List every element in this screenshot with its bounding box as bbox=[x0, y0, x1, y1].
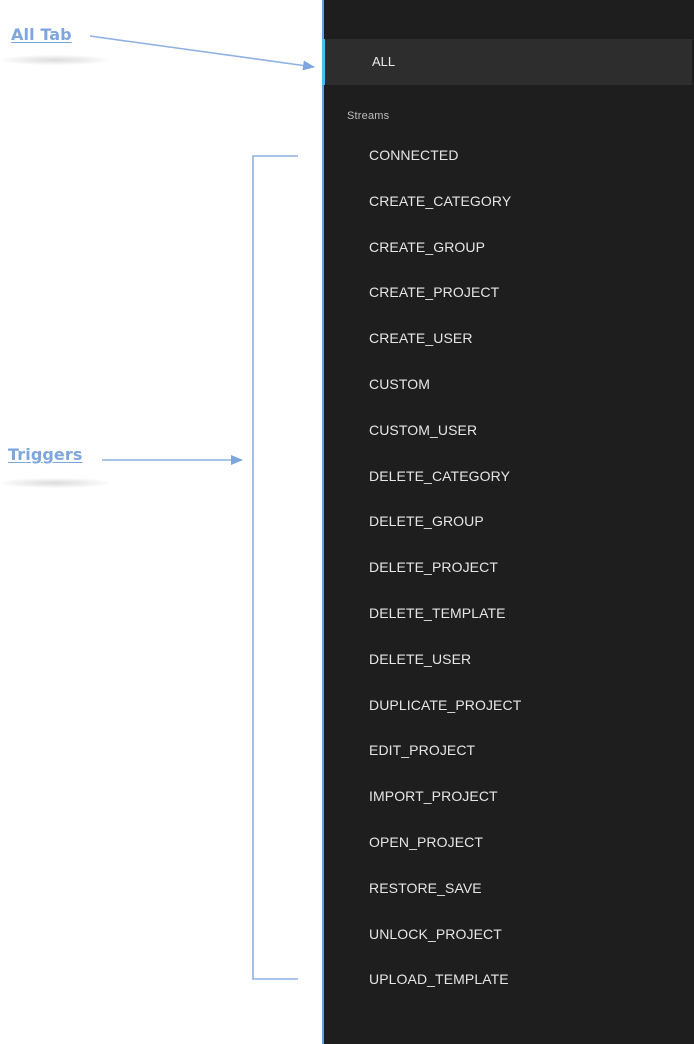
stream-item-label: RESTORE_SAVE bbox=[369, 879, 482, 896]
stream-item[interactable]: CREATE_CATEGORY bbox=[324, 178, 694, 224]
all-tab-arrow bbox=[89, 35, 315, 71]
stream-item-label: EDIT_PROJECT bbox=[369, 742, 476, 759]
stream-item-label: CONNECTED bbox=[369, 147, 459, 163]
stream-item-label: CREATE_PROJECT bbox=[369, 284, 500, 301]
stream-item-label: IMPORT_PROJECT bbox=[369, 788, 498, 805]
stream-item[interactable]: DELETE_CATEGORY bbox=[324, 453, 694, 499]
stream-item[interactable]: OPEN_PROJECT bbox=[324, 819, 694, 865]
stream-item[interactable]: EDIT_PROJECT bbox=[324, 727, 694, 773]
stream-item-label: DELETE_TEMPLATE bbox=[369, 604, 506, 621]
tab-all-label: ALL bbox=[372, 54, 396, 69]
stream-item[interactable]: RESTORE_SAVE bbox=[324, 865, 694, 911]
stream-item[interactable]: CUSTOM_USER bbox=[324, 407, 694, 453]
stream-item-label: OPEN_PROJECT bbox=[369, 833, 483, 850]
stream-item[interactable]: CREATE_USER bbox=[324, 315, 694, 361]
stream-item[interactable]: DELETE_PROJECT bbox=[324, 544, 694, 590]
stream-item-label: CUSTOM bbox=[369, 375, 431, 392]
tab-all[interactable]: ALL bbox=[322, 39, 692, 85]
all-tab-callout-label: All Tab bbox=[11, 25, 72, 44]
triggers-bracket bbox=[252, 155, 298, 980]
stream-item[interactable]: UPLOAD_TEMPLATE bbox=[324, 956, 694, 1002]
streams-section-label: Streams bbox=[347, 110, 390, 122]
stream-item[interactable]: DELETE_TEMPLATE bbox=[324, 590, 694, 636]
stream-item-label: DELETE_GROUP bbox=[369, 513, 484, 530]
triggers-callout-label: Triggers bbox=[8, 445, 83, 464]
stream-item[interactable]: IMPORT_PROJECT bbox=[324, 773, 694, 819]
stream-item[interactable]: CREATE_PROJECT bbox=[324, 269, 694, 315]
stream-item[interactable]: DELETE_GROUP bbox=[324, 498, 694, 544]
stream-item-label: CREATE_CATEGORY bbox=[369, 192, 512, 209]
stream-item-label: CREATE_USER bbox=[369, 330, 473, 347]
stream-item-label: DUPLICATE_PROJECT bbox=[369, 696, 522, 713]
stream-list: CONNECTED CREATE_CATEGORY CREATE_GROUP CREA… bbox=[324, 132, 694, 1002]
stream-item[interactable]: UNLOCK_PROJECT bbox=[324, 911, 694, 957]
triggers-callout-shadow bbox=[0, 478, 110, 488]
all-tab-callout-shadow bbox=[0, 55, 110, 65]
stream-item-label: DELETE_CATEGORY bbox=[369, 467, 511, 484]
stream-item-label: DELETE_PROJECT bbox=[369, 559, 498, 576]
stream-item-label: UPLOAD_TEMPLATE bbox=[369, 971, 509, 988]
stream-item-label: CUSTOM_USER bbox=[369, 421, 478, 438]
stream-item-label: CREATE_GROUP bbox=[369, 238, 486, 255]
stream-item[interactable]: CONNECTED bbox=[324, 132, 694, 178]
stream-item-label: DELETE_USER bbox=[369, 650, 472, 667]
stream-item[interactable]: DELETE_USER bbox=[324, 636, 694, 682]
stream-item[interactable]: DUPLICATE_PROJECT bbox=[324, 682, 694, 728]
stream-item[interactable]: CUSTOM bbox=[324, 361, 694, 407]
stream-item[interactable]: CREATE_GROUP bbox=[324, 224, 694, 270]
stream-item-label: UNLOCK_PROJECT bbox=[369, 925, 502, 942]
streams-panel: ALL Streams CONNECTED CREATE_CATEGORY CREA… bbox=[322, 0, 694, 1044]
